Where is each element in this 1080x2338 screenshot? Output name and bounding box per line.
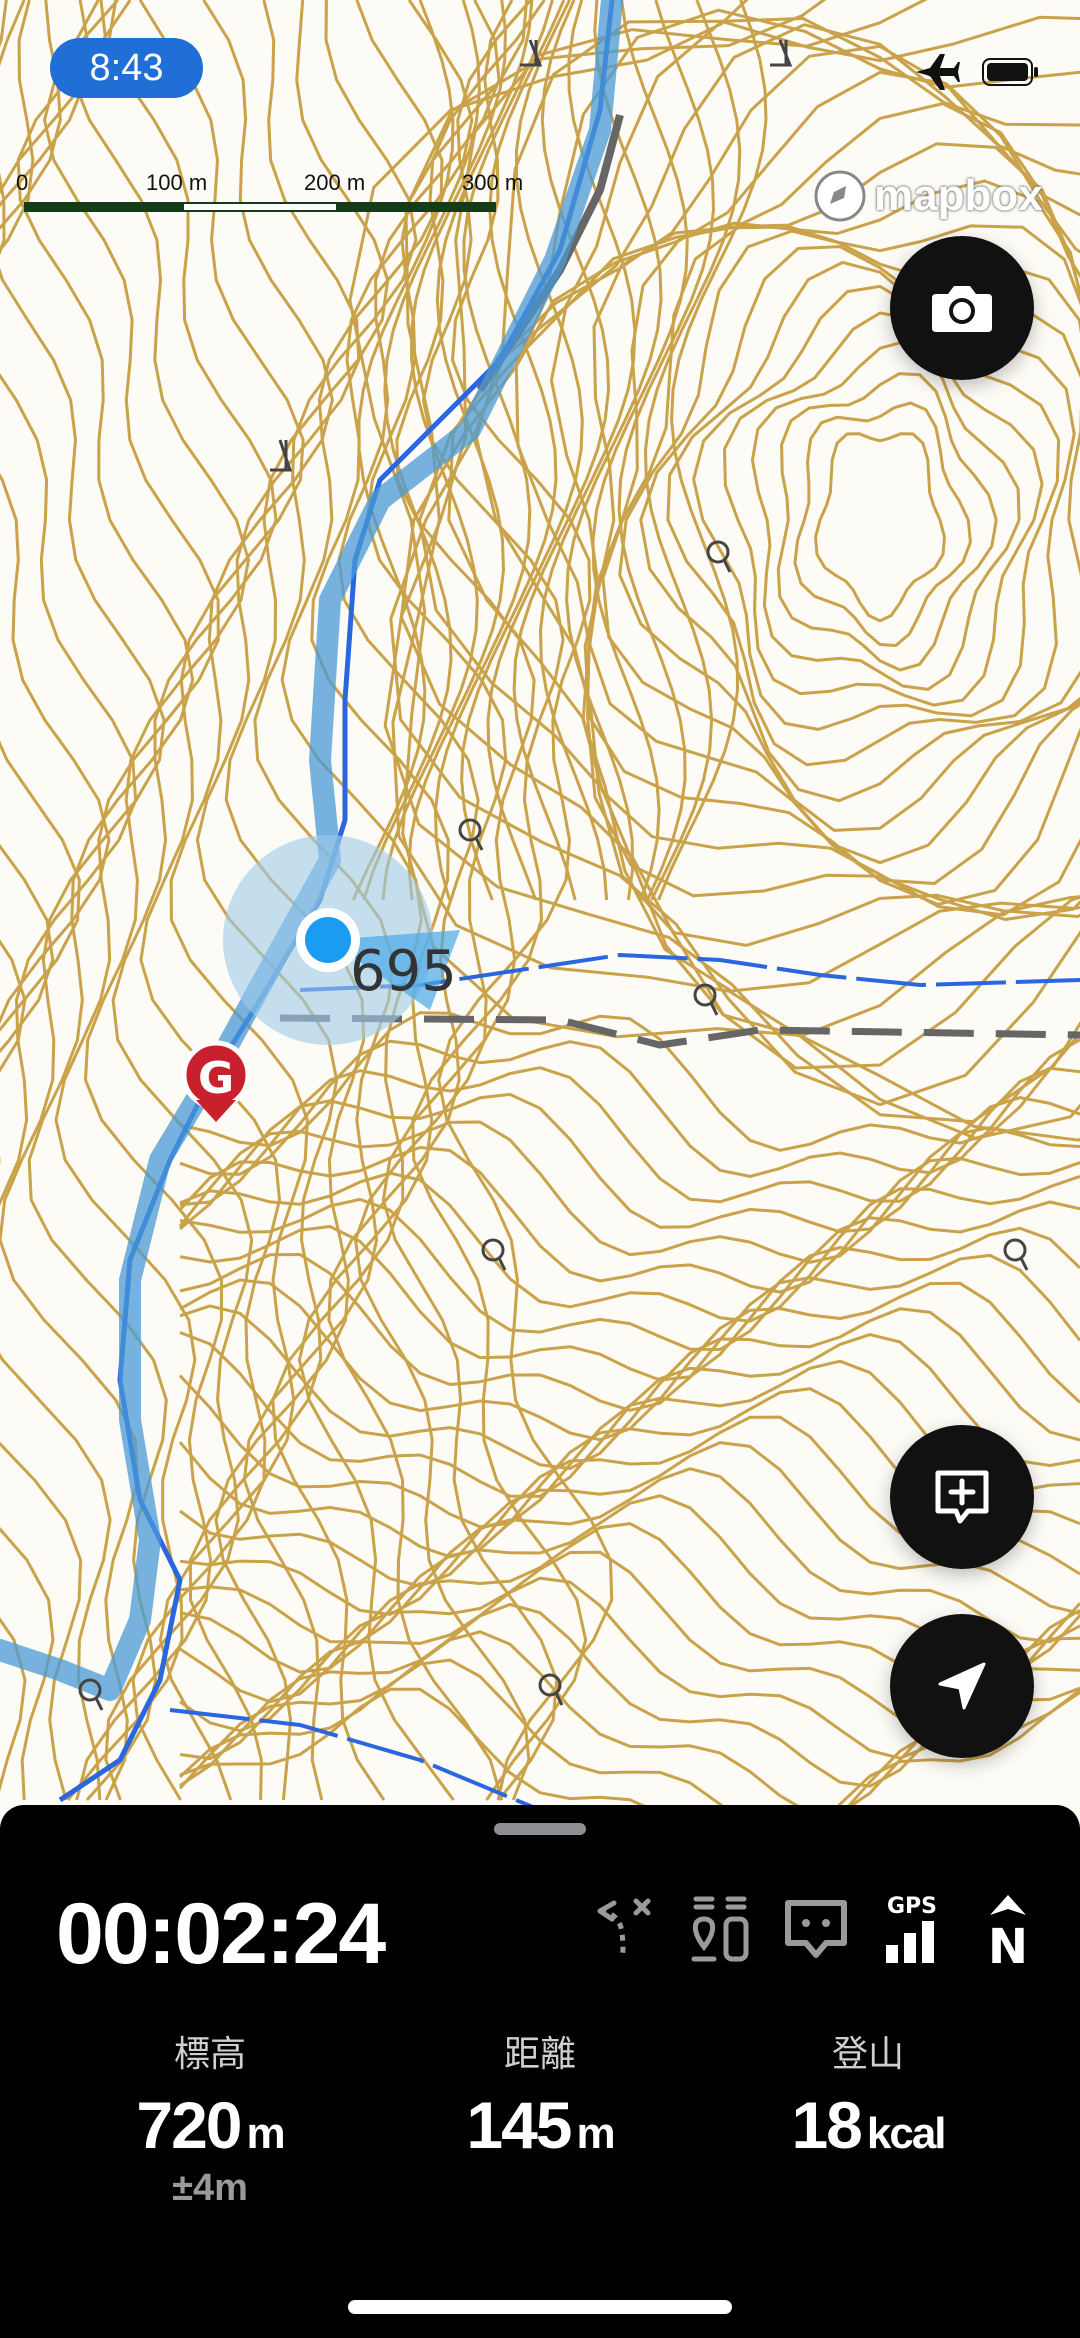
stat-distance-value-wrap: 145 m <box>390 2087 690 2163</box>
north-label: N <box>988 1919 1028 1965</box>
add-note-icon <box>935 1470 989 1524</box>
stat-elevation-unit: m <box>246 2109 286 2158</box>
stat-distance-unit: m <box>576 2109 616 2158</box>
stat-elevation-value: 720 <box>136 2088 242 2162</box>
north-up-icon[interactable]: N <box>976 1893 1040 1975</box>
camera-icon <box>932 286 992 332</box>
mapbox-wordmark: mapbox <box>874 171 1043 220</box>
scale-label-0: 0 <box>16 170 29 195</box>
map-scale: 0 100 m 200 m 300 m <box>14 170 523 230</box>
scale-segment-2 <box>182 202 338 212</box>
panel-toolbar: GPS N <box>592 1893 1040 1975</box>
status-icons <box>914 52 1038 92</box>
mapbox-logo: mapbox <box>812 168 1043 224</box>
airplane-icon <box>916 54 960 90</box>
mapbox-mark-icon <box>814 170 866 222</box>
stat-distance-label: 距離 <box>503 2033 576 2074</box>
camera-button[interactable] <box>890 236 1034 380</box>
navigation-arrow-icon <box>938 1662 986 1710</box>
locate-button[interactable] <box>890 1614 1034 1758</box>
route-off-icon[interactable] <box>592 1893 656 1965</box>
scale-segment-3 <box>338 202 496 212</box>
stat-calories-unit: kcal <box>866 2109 947 2158</box>
pins-icon[interactable] <box>688 1893 752 1965</box>
battery-icon <box>982 58 1038 86</box>
home-indicator[interactable] <box>348 2300 732 2314</box>
elevation-label: 695 <box>350 939 457 1004</box>
stat-elevation-label: 標高 <box>173 2033 246 2074</box>
elapsed-timer: 00:02:24 <box>56 1886 386 1982</box>
scale-label-300: 300 m <box>462 170 524 195</box>
scale-label-200: 200 m <box>304 170 366 195</box>
chat-icon[interactable] <box>784 1893 848 1965</box>
stat-distance-value: 145 <box>466 2088 572 2162</box>
stat-calories-value: 18 <box>791 2088 862 2162</box>
gps-label: GPS <box>887 1894 937 1919</box>
stat-calories-value-wrap: 18 kcal <box>718 2087 1018 2163</box>
stat-distance: 距離 145 m <box>390 2025 690 2163</box>
stat-elevation-accuracy: ±4m <box>172 2167 248 2209</box>
tracking-panel: 00:02:24 GPS N 標高 720 m ±4m 距離 145 m 登山 … <box>0 1805 1080 2338</box>
gps-signal-icon[interactable]: GPS <box>880 1893 944 1965</box>
stat-elevation: 標高 720 m ±4m <box>60 2025 360 2210</box>
scale-label-100: 100 m <box>146 170 208 195</box>
panel-drag-handle[interactable] <box>494 1823 586 1835</box>
add-note-button[interactable] <box>890 1425 1034 1569</box>
goal-marker-label: G <box>198 1053 234 1104</box>
stat-calories-label: 登山 <box>831 2033 904 2074</box>
stat-calories: 登山 18 kcal <box>718 2025 1018 2163</box>
status-time: 8:43 <box>50 38 203 98</box>
stat-elevation-value-wrap: 720 m <box>60 2087 360 2163</box>
scale-segment-1 <box>24 202 182 212</box>
current-location-core <box>305 917 351 963</box>
